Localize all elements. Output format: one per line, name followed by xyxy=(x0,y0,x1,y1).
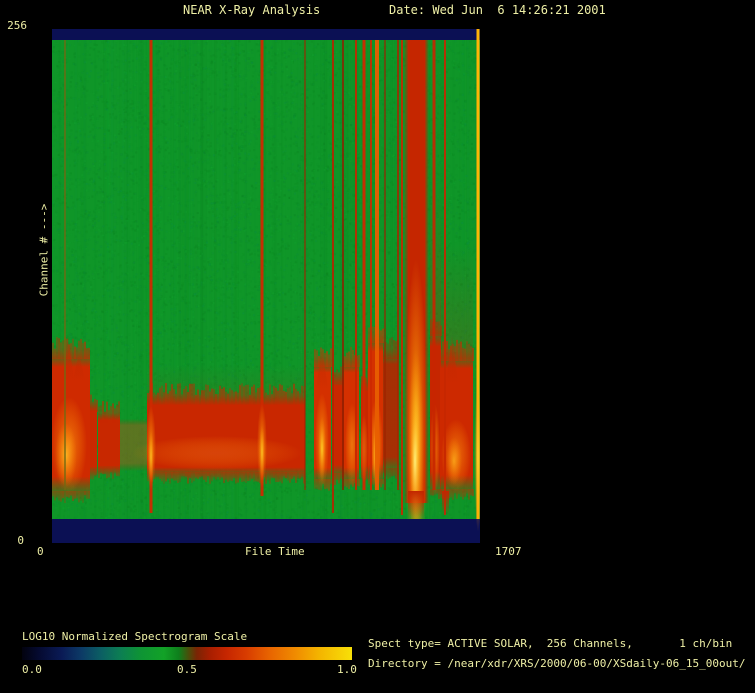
colorbar-gradient xyxy=(22,647,352,660)
spectrogram-canvas xyxy=(52,29,480,543)
y-axis-min-label: 0 xyxy=(0,535,24,547)
directory-line: Directory = /near/xdr/XRS/2000/06-00/XSd… xyxy=(368,658,746,670)
colorbar-tick-max: 1.0 xyxy=(337,664,357,676)
x-axis-title: File Time xyxy=(245,546,305,558)
plot-date: Date: Wed Jun 6 14:26:21 2001 xyxy=(389,4,606,16)
colorbar-tick-mid: 0.5 xyxy=(177,664,197,676)
x-axis-max-label: 1707 xyxy=(495,546,522,558)
spect-type-line: Spect type= ACTIVE SOLAR, 256 Channels, … xyxy=(368,638,732,650)
app-window: NEAR X-Ray Analysis Date: Wed Jun 6 14:2… xyxy=(0,0,755,693)
plot-title: NEAR X-Ray Analysis xyxy=(183,4,320,16)
colorbar-title: LOG10 Normalized Spectrogram Scale xyxy=(22,631,247,643)
x-axis-min-label: 0 xyxy=(37,546,44,558)
y-axis-max-label: 256 xyxy=(0,20,27,32)
y-axis-title: Channel # ---> xyxy=(38,204,51,297)
colorbar-tick-min: 0.0 xyxy=(22,664,42,676)
